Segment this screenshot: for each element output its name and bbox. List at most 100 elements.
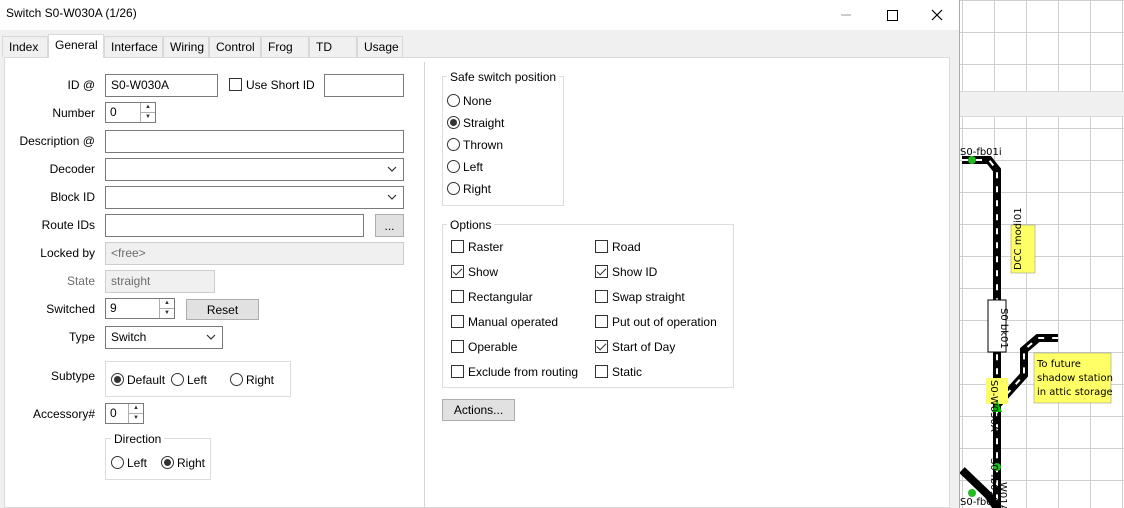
decrement-icon[interactable]: ▼ <box>160 309 174 319</box>
title-bar[interactable] <box>0 0 959 30</box>
block-id-select[interactable] <box>105 186 404 209</box>
tab-index[interactable]: Index <box>2 36 48 57</box>
switched-value: 9 <box>110 301 117 315</box>
sensor-bottom[interactable] <box>968 489 976 497</box>
accessory-stepper[interactable]: 0 ▲ ▼ <box>105 403 144 424</box>
option-swap-straight-label: Swap straight <box>612 290 685 304</box>
note-line-3: in attic storage <box>1037 387 1113 398</box>
direction-left-radio[interactable]: Left <box>111 456 147 470</box>
checkbox-indicator[interactable] <box>595 290 608 303</box>
route-ids-input[interactable] <box>105 214 364 237</box>
track-plan: S0 bk01 DCC modi01 To future shadow stat… <box>959 147 1113 508</box>
radio-indicator[interactable] <box>447 94 460 107</box>
direction-title: Direction <box>111 432 165 446</box>
tab-control[interactable]: Control <box>209 36 261 57</box>
increment-icon[interactable]: ▲ <box>141 103 155 113</box>
actions-button[interactable]: Actions... <box>442 399 515 421</box>
checkbox-indicator[interactable] <box>595 315 608 328</box>
option-static-checkbox[interactable]: Static <box>595 365 642 379</box>
use-short-id-label: Use Short ID <box>246 78 315 92</box>
type-select[interactable]: Switch <box>105 326 223 349</box>
locked-by-label: Locked by <box>40 246 95 260</box>
radio-indicator[interactable] <box>171 373 184 386</box>
safe-none-radio[interactable]: None <box>447 94 492 108</box>
route-ids-browse-button[interactable]: ... <box>375 214 404 237</box>
radio-indicator[interactable] <box>447 116 460 129</box>
checkbox-indicator[interactable] <box>451 365 464 378</box>
option-show-id-label: Show ID <box>612 265 658 279</box>
tab-frog[interactable]: Frog <box>261 36 309 57</box>
short-id-input[interactable] <box>324 74 404 97</box>
radio-indicator[interactable] <box>447 160 460 173</box>
option-operable-checkbox[interactable]: Operable <box>451 340 517 354</box>
radio-indicator[interactable] <box>111 373 124 386</box>
option-start-of-day-checkbox[interactable]: Start of Day <box>595 340 675 354</box>
subtype-default-radio[interactable]: Default <box>111 373 165 387</box>
tab-usage[interactable]: Usage <box>357 36 403 57</box>
radio-indicator[interactable] <box>447 182 460 195</box>
option-exclude-routing-checkbox[interactable]: Exclude from routing <box>451 365 578 379</box>
option-road-label: Road <box>612 240 641 254</box>
safe-thrown-radio[interactable]: Thrown <box>447 138 503 152</box>
option-operable-label: Operable <box>468 340 518 354</box>
subtype-left-radio[interactable]: Left <box>171 373 207 387</box>
option-swap-straight-checkbox[interactable]: Swap straight <box>595 290 685 304</box>
option-show-checkbox[interactable]: Show <box>451 265 498 279</box>
switched-stepper[interactable]: 9 ▲ ▼ <box>105 298 175 319</box>
checkbox-indicator[interactable] <box>451 240 464 253</box>
number-stepper[interactable]: 0 ▲ ▼ <box>105 102 156 123</box>
description-input[interactable] <box>105 130 404 153</box>
switched-label: Switched <box>46 302 95 316</box>
decrement-icon[interactable]: ▼ <box>141 113 155 123</box>
locked-by-input: <free> <box>105 242 404 265</box>
tab-general[interactable]: General <box>48 34 104 58</box>
checkbox-indicator[interactable] <box>595 240 608 253</box>
decoder-label: Decoder <box>49 162 95 176</box>
safe-straight-radio[interactable]: Straight <box>447 116 504 130</box>
increment-icon[interactable]: ▲ <box>160 299 174 309</box>
option-raster-checkbox[interactable]: Raster <box>451 240 503 254</box>
safe-left-label: Left <box>463 160 484 174</box>
state-label: State <box>66 274 95 288</box>
decrement-icon[interactable]: ▼ <box>129 414 143 424</box>
radio-indicator[interactable] <box>447 138 460 151</box>
maximize-button[interactable] <box>869 0 915 30</box>
option-out-of-operation-checkbox[interactable]: Put out of operation <box>595 315 717 329</box>
option-show-id-checkbox[interactable]: Show ID <box>595 265 657 279</box>
close-button[interactable] <box>914 0 960 30</box>
note-line-1: To future <box>1036 359 1081 370</box>
option-static-label: Static <box>612 365 643 379</box>
checkbox-indicator[interactable] <box>595 340 608 353</box>
option-rectangular-checkbox[interactable]: Rectangular <box>451 290 533 304</box>
close-icon <box>931 9 943 21</box>
safe-left-radio[interactable]: Left <box>447 160 483 174</box>
tab-td[interactable]: TD <box>309 36 357 57</box>
safe-right-radio[interactable]: Right <box>447 182 491 196</box>
panel-divider <box>424 62 425 508</box>
checkbox-indicator[interactable] <box>595 365 608 378</box>
radio-indicator[interactable] <box>161 456 174 469</box>
tab-wiring[interactable]: Wiring <box>163 36 209 57</box>
radio-indicator[interactable] <box>111 456 124 469</box>
use-short-id-checkbox[interactable]: Use Short ID <box>229 78 315 92</box>
subtype-right-label: Right <box>246 373 275 387</box>
option-road-checkbox[interactable]: Road <box>595 240 641 254</box>
minimize-button[interactable] <box>823 0 869 30</box>
radio-indicator[interactable] <box>230 373 243 386</box>
checkbox-indicator[interactable] <box>451 265 464 278</box>
id-input[interactable]: S0-W030A <box>105 74 218 97</box>
checkbox-indicator[interactable] <box>595 265 608 278</box>
tab-interface[interactable]: Interface <box>104 36 163 57</box>
checkbox-indicator[interactable] <box>451 315 464 328</box>
checkbox-indicator[interactable] <box>451 290 464 303</box>
checkbox-indicator[interactable] <box>451 340 464 353</box>
direction-right-radio[interactable]: Right <box>161 456 205 470</box>
reset-button[interactable]: Reset <box>186 299 259 320</box>
option-manual-label: Manual operated <box>468 315 559 329</box>
option-manual-checkbox[interactable]: Manual operated <box>451 315 558 329</box>
use-short-id-check[interactable] <box>229 78 242 91</box>
subtype-right-radio[interactable]: Right <box>230 373 274 387</box>
increment-icon[interactable]: ▲ <box>129 404 143 414</box>
decoder-select[interactable] <box>105 158 404 181</box>
block-label: S0 bk01 <box>998 308 1009 349</box>
